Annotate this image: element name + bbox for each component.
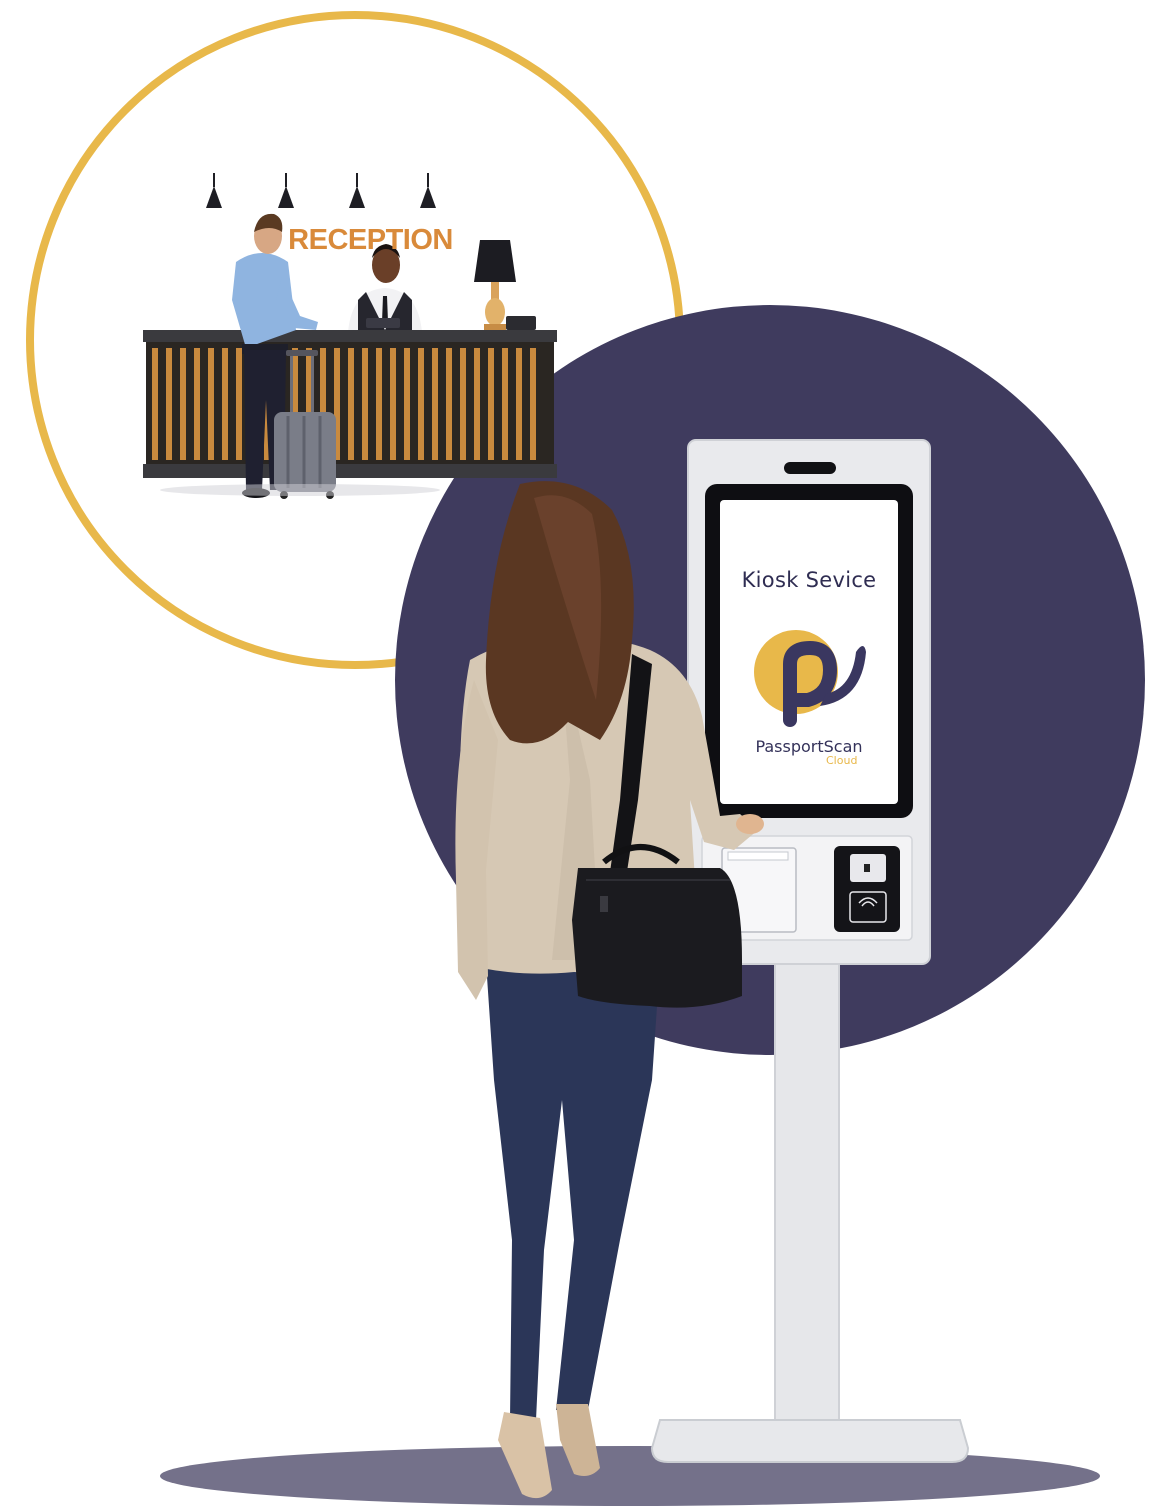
brand-sub: Cloud — [826, 754, 858, 767]
illustration — [26, 11, 1145, 1506]
kiosk-base — [650, 1419, 970, 1463]
kiosk-screen-title: Kiosk Sevice — [741, 568, 877, 592]
reception-desk — [143, 316, 557, 478]
reception-sign: RECEPTION — [288, 224, 453, 256]
kiosk-stand — [774, 959, 840, 1421]
camera-slot — [784, 462, 836, 474]
nfc-reader-icon[interactable] — [849, 891, 887, 923]
handbag-icon — [572, 844, 742, 1008]
